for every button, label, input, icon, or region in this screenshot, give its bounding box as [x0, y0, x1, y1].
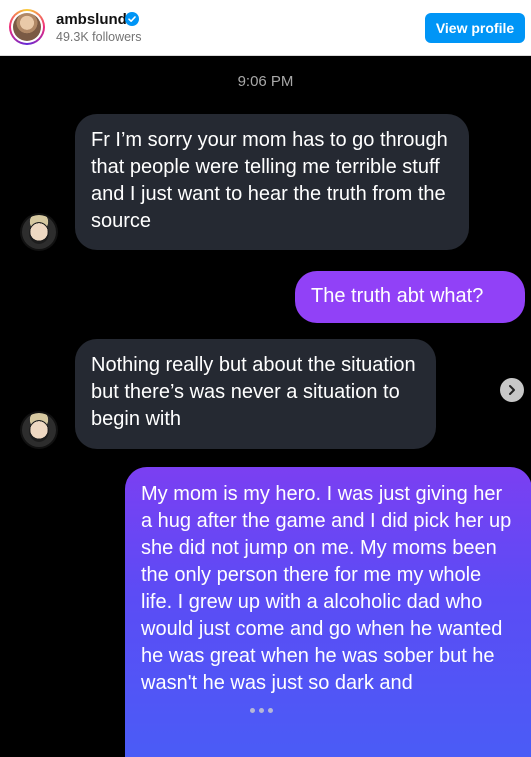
profile-username[interactable]: ambslund	[56, 11, 127, 28]
verified-badge-icon	[125, 12, 139, 26]
profile-header: ambslund 49.3K followers View profile	[0, 0, 531, 56]
sender-avatar[interactable]	[20, 411, 58, 449]
carousel-dots	[250, 708, 290, 718]
message-thread[interactable]: 9:06 PM Fr I’m sorry your mom has to go …	[0, 57, 531, 757]
sent-message-bubble: The truth abt what?	[295, 271, 525, 323]
sent-message-bubble: My mom is my hero. I was just giving her…	[125, 467, 531, 757]
received-message-bubble: Fr I’m sorry your mom has to go through …	[75, 114, 469, 250]
message-timestamp: 9:06 PM	[237, 73, 294, 90]
view-profile-button[interactable]: View profile	[425, 13, 525, 43]
chevron-right-icon	[509, 385, 515, 395]
sender-avatar[interactable]	[20, 213, 58, 251]
received-message-bubble: Nothing really but about the situation b…	[75, 339, 436, 449]
next-image-button[interactable]	[500, 378, 524, 402]
profile-avatar[interactable]	[9, 9, 45, 45]
follower-count: 49.3K followers	[56, 30, 142, 44]
